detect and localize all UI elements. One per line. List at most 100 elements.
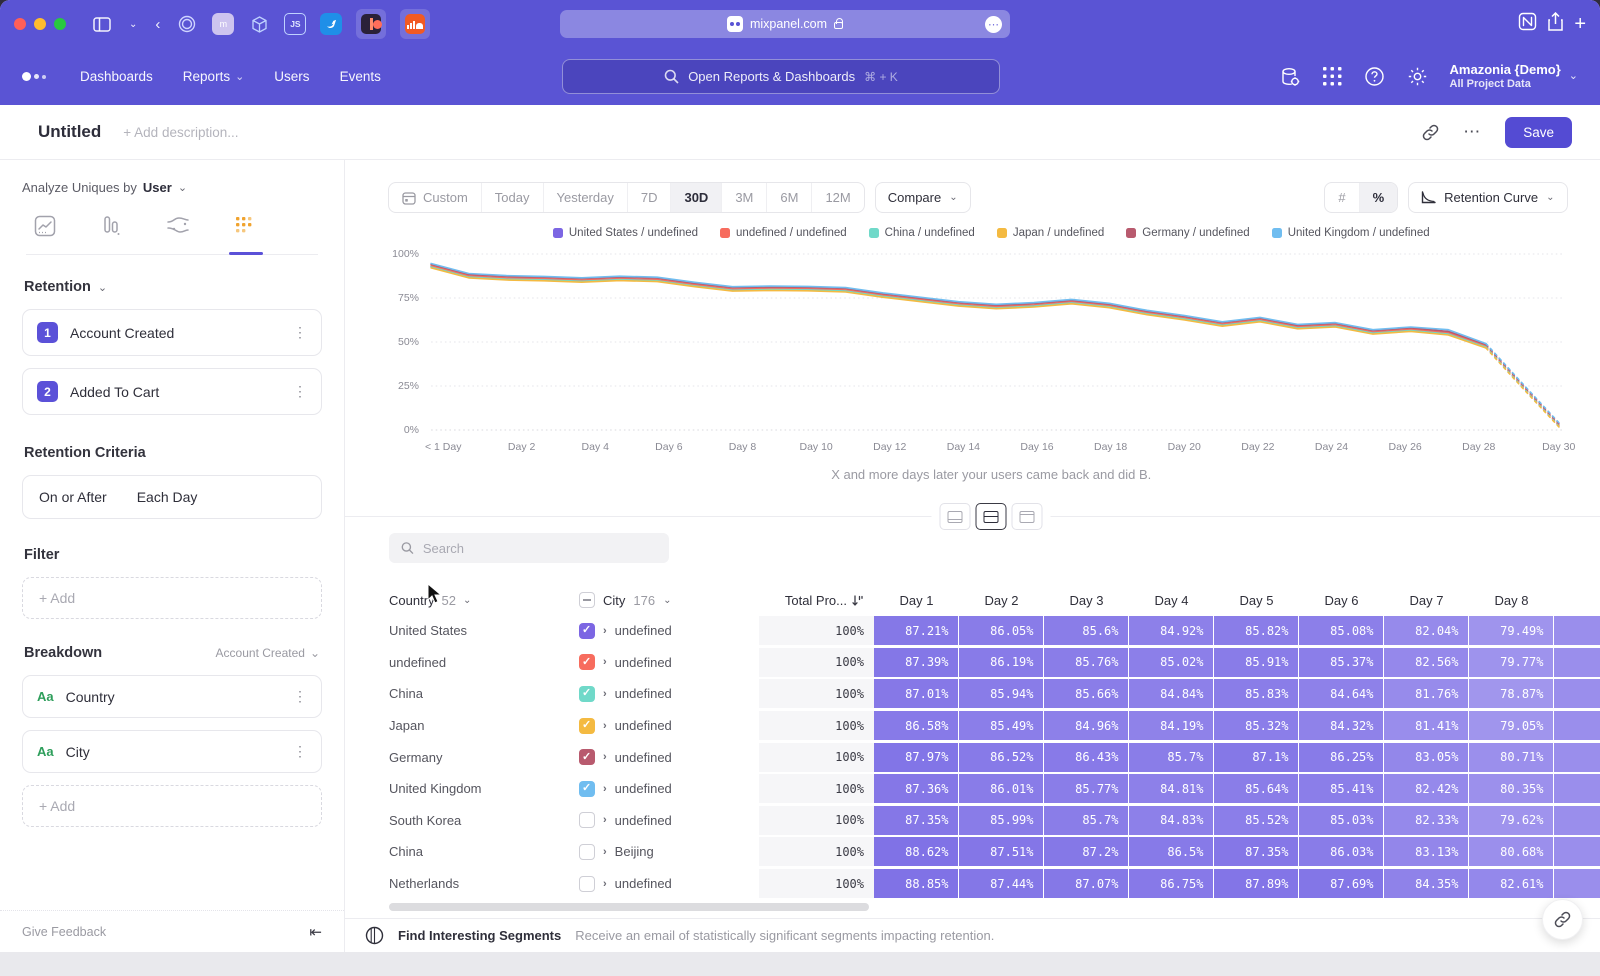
series-checkbox[interactable]: [579, 876, 595, 892]
country-column-header[interactable]: Country52⌄: [389, 593, 579, 608]
nav-reports[interactable]: Reports⌄: [183, 69, 245, 84]
tab-flows-icon[interactable]: [166, 215, 190, 242]
retention-cell[interactable]: 84.19%: [1129, 711, 1213, 740]
back-icon[interactable]: ‹: [155, 16, 160, 33]
retention-cell[interactable]: 85.91%: [1214, 648, 1298, 677]
series-checkbox[interactable]: [579, 623, 595, 639]
table-row[interactable]: Japan › undefined 100% 86.58%85.49%84.96…: [389, 710, 1600, 742]
range-custom[interactable]: Custom: [389, 183, 481, 212]
tab-retention-icon[interactable]: [234, 215, 258, 242]
retention-cell[interactable]: 87.1%: [1214, 743, 1298, 772]
unit-count-button[interactable]: #: [1325, 183, 1358, 212]
tabs-chevron-icon[interactable]: ⌄: [129, 19, 137, 30]
retention-cell[interactable]: 85.99%: [959, 806, 1043, 835]
tab-favicon-cube-icon[interactable]: [248, 13, 270, 35]
retention-cell[interactable]: 87.2%: [1044, 837, 1128, 866]
retention-cell[interactable]: 82.42%: [1384, 774, 1468, 803]
retention-cell[interactable]: 87.35%: [1214, 837, 1298, 866]
unit-percent-button[interactable]: %: [1359, 183, 1398, 212]
kebab-menu-icon[interactable]: ⋮: [293, 324, 307, 341]
retention-cell[interactable]: 81.76%: [1384, 679, 1468, 708]
retention-cell[interactable]: 85.52%: [1214, 806, 1298, 835]
retention-cell[interactable]: 85.32%: [1214, 711, 1298, 740]
retention-cell[interactable]: 82.61%: [1469, 869, 1553, 898]
retention-cell[interactable]: 83.05%: [1384, 743, 1468, 772]
retention-cell[interactable]: 86.5%: [1129, 837, 1213, 866]
collapse-sidebar-icon[interactable]: ⇤: [309, 923, 322, 941]
retention-cell[interactable]: 84.35%: [1384, 869, 1468, 898]
retention-cell[interactable]: 82.56%: [1384, 648, 1468, 677]
retention-cell[interactable]: 86.19%: [959, 648, 1043, 677]
retention-cell[interactable]: 85.83%: [1214, 679, 1298, 708]
retention-cell[interactable]: 87.01%: [874, 679, 958, 708]
kebab-menu-icon[interactable]: ⋮: [293, 383, 307, 400]
retention-cell[interactable]: 81.41%: [1384, 711, 1468, 740]
project-switcher[interactable]: Amazonia {Demo}All Project Data ⌄: [1450, 62, 1578, 92]
expand-row-icon[interactable]: ›: [603, 814, 607, 826]
retention-cell[interactable]: 85.6%: [1044, 616, 1128, 645]
retention-cell[interactable]: 87.69%: [1299, 869, 1383, 898]
tab-favicon-bird-icon[interactable]: [320, 13, 342, 35]
retention-cell[interactable]: 82.33%: [1384, 806, 1468, 835]
select-all-checkbox[interactable]: [579, 592, 595, 608]
help-icon[interactable]: [1364, 66, 1385, 87]
retention-cell[interactable]: 79.77%: [1469, 648, 1553, 677]
tab-favicon-soundcloud-icon[interactable]: [400, 9, 430, 39]
range-yesterday[interactable]: Yesterday: [543, 183, 627, 212]
series-checkbox[interactable]: [579, 749, 595, 765]
horizontal-scrollbar[interactable]: [389, 903, 869, 911]
sidebar-toggle-icon[interactable]: [93, 17, 111, 32]
retention-cell[interactable]: 86.25%: [1299, 743, 1383, 772]
expand-row-icon[interactable]: ›: [603, 878, 607, 890]
retention-cell[interactable]: 85.49%: [959, 711, 1043, 740]
analyze-value[interactable]: User: [143, 180, 172, 195]
nav-users[interactable]: Users: [274, 69, 309, 84]
expand-row-icon[interactable]: ›: [603, 656, 607, 668]
retention-cell[interactable]: 84.96%: [1044, 711, 1128, 740]
global-search[interactable]: Open Reports & Dashboards ⌘ + K: [562, 59, 1000, 94]
share-link-fab[interactable]: [1542, 899, 1583, 940]
retention-cell[interactable]: 86.52%: [959, 743, 1043, 772]
retention-step-2[interactable]: 2 Added To Cart ⋮: [22, 368, 322, 415]
legend-item[interactable]: undefined / undefined: [720, 227, 847, 239]
retention-cell[interactable]: 80.35%: [1469, 774, 1553, 803]
retention-cell[interactable]: 84.32%: [1299, 711, 1383, 740]
criteria-card[interactable]: On or After Each Day: [22, 475, 322, 519]
zoom-window-icon[interactable]: [54, 18, 66, 30]
table-row[interactable]: Netherlands › undefined 100% 88.85%87.44…: [389, 868, 1600, 900]
legend-item[interactable]: United Kingdom / undefined: [1272, 227, 1430, 239]
retention-cell[interactable]: 84.81%: [1129, 774, 1213, 803]
address-more-icon[interactable]: ⋯: [985, 16, 1002, 33]
expand-row-icon[interactable]: ›: [603, 783, 607, 795]
retention-cell[interactable]: 87.44%: [959, 869, 1043, 898]
retention-cell[interactable]: 85.37%: [1299, 648, 1383, 677]
legend-item[interactable]: United States / undefined: [553, 227, 698, 239]
retention-cell[interactable]: 79.05%: [1469, 711, 1553, 740]
settings-gear-icon[interactable]: [1407, 66, 1428, 87]
copy-link-icon[interactable]: [1422, 124, 1439, 141]
series-checkbox[interactable]: [579, 812, 595, 828]
retention-cell[interactable]: 87.51%: [959, 837, 1043, 866]
retention-cell[interactable]: 85.03%: [1299, 806, 1383, 835]
retention-cell[interactable]: 86.43%: [1044, 743, 1128, 772]
retention-cell[interactable]: 82.04%: [1384, 616, 1468, 645]
retention-cell[interactable]: 80.71%: [1469, 743, 1553, 772]
table-row[interactable]: China › Beijing 100% 88.62%87.51%87.2%86…: [389, 836, 1600, 868]
range-30d[interactable]: 30D: [670, 183, 721, 212]
range-6m[interactable]: 6M: [766, 183, 811, 212]
retention-cell[interactable]: 85.77%: [1044, 774, 1128, 803]
retention-cell[interactable]: 85.7%: [1129, 743, 1213, 772]
nav-dashboards[interactable]: Dashboards: [80, 69, 153, 84]
tab-favicon-ring-icon[interactable]: [176, 13, 198, 35]
series-checkbox[interactable]: [579, 686, 595, 702]
retention-cell[interactable]: 87.35%: [874, 806, 958, 835]
retention-cell[interactable]: 88.62%: [874, 837, 958, 866]
day-column-header[interactable]: Day 8: [1469, 593, 1554, 608]
retention-cell[interactable]: 87.39%: [874, 648, 958, 677]
table-row[interactable]: China › undefined 100% 87.01%85.94%85.66…: [389, 678, 1600, 710]
table-search[interactable]: [389, 533, 669, 563]
series-checkbox[interactable]: [579, 781, 595, 797]
table-search-input[interactable]: [423, 541, 657, 556]
retention-cell[interactable]: 85.7%: [1044, 806, 1128, 835]
minimize-window-icon[interactable]: [34, 18, 46, 30]
